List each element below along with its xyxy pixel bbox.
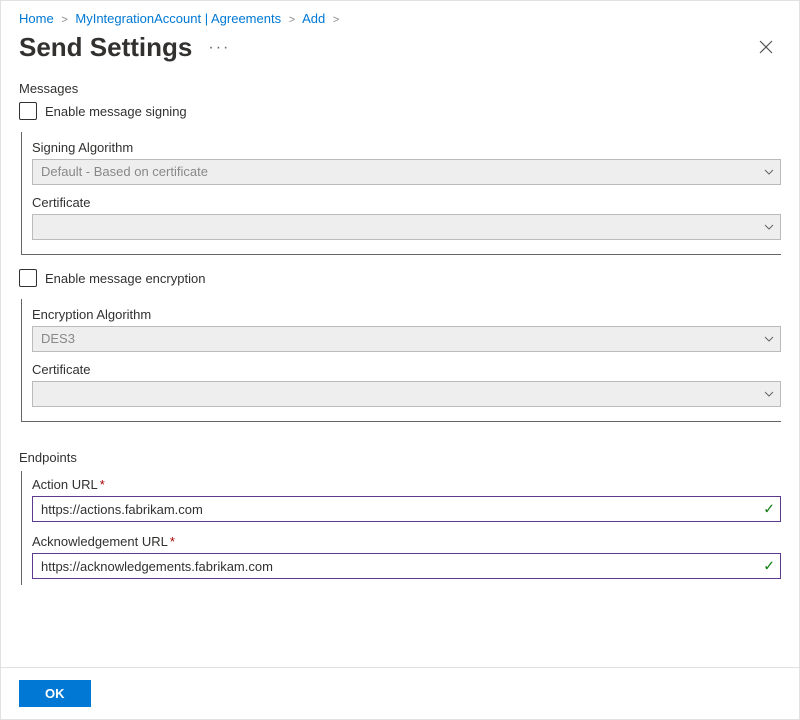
enable-signing-row: Enable message signing (19, 102, 781, 120)
check-icon: ✓ (763, 558, 775, 575)
ack-url-input-wrap: ✓ (32, 553, 781, 579)
encryption-certificate-dropdown[interactable] (32, 381, 781, 407)
endpoints-section-label: Endpoints (19, 450, 781, 465)
signing-algorithm-dropdown[interactable]: Default - Based on certificate (32, 159, 781, 185)
action-url-label: Action URL* (32, 477, 781, 492)
encryption-algorithm-label: Encryption Algorithm (32, 307, 781, 322)
encryption-certificate-label: Certificate (32, 362, 781, 377)
page-header: Send Settings ··· (1, 32, 799, 81)
chevron-down-icon (764, 336, 774, 342)
chevron-right-icon: > (333, 14, 339, 26)
signing-algorithm-value: Default - Based on certificate (41, 164, 208, 179)
messages-section-label: Messages (19, 81, 781, 96)
content-area: Messages Enable message signing Signing … (1, 81, 799, 665)
ack-url-input[interactable] (32, 553, 781, 579)
signing-certificate-dropdown[interactable] (32, 214, 781, 240)
more-icon[interactable]: ··· (208, 39, 230, 57)
breadcrumb-integration-account[interactable]: MyIntegrationAccount | Agreements (75, 11, 281, 26)
action-url-input[interactable] (32, 496, 781, 522)
signing-sub-block: Signing Algorithm Default - Based on cer… (21, 132, 781, 255)
ack-url-label: Acknowledgement URL* (32, 534, 781, 549)
ok-button[interactable]: OK (19, 680, 91, 707)
chevron-down-icon (764, 169, 774, 175)
encryption-algorithm-dropdown[interactable]: DES3 (32, 326, 781, 352)
required-indicator: * (100, 477, 105, 492)
encryption-algorithm-value: DES3 (41, 331, 75, 346)
footer-bar: OK (1, 667, 799, 719)
breadcrumb-home[interactable]: Home (19, 11, 54, 26)
enable-encryption-row: Enable message encryption (19, 269, 781, 287)
chevron-down-icon (764, 391, 774, 397)
enable-signing-label: Enable message signing (45, 104, 187, 119)
chevron-right-icon: > (289, 14, 295, 26)
breadcrumb-add[interactable]: Add (302, 11, 325, 26)
chevron-right-icon: > (61, 14, 67, 26)
enable-encryption-label: Enable message encryption (45, 271, 205, 286)
enable-encryption-checkbox[interactable] (19, 269, 37, 287)
close-icon[interactable] (751, 35, 781, 61)
check-icon: ✓ (763, 501, 775, 518)
endpoints-section: Endpoints Action URL* ✓ Acknowledgement … (19, 450, 781, 585)
enable-signing-checkbox[interactable] (19, 102, 37, 120)
chevron-down-icon (764, 224, 774, 230)
required-indicator: * (170, 534, 175, 549)
breadcrumb: Home > MyIntegrationAccount | Agreements… (1, 1, 799, 32)
action-url-label-text: Action URL (32, 477, 98, 492)
page-title: Send Settings (19, 32, 192, 63)
encryption-sub-block: Encryption Algorithm DES3 Certificate (21, 299, 781, 422)
signing-algorithm-label: Signing Algorithm (32, 140, 781, 155)
ack-url-label-text: Acknowledgement URL (32, 534, 168, 549)
action-url-input-wrap: ✓ (32, 496, 781, 522)
signing-certificate-label: Certificate (32, 195, 781, 210)
endpoints-inner: Action URL* ✓ Acknowledgement URL* ✓ (21, 471, 781, 585)
